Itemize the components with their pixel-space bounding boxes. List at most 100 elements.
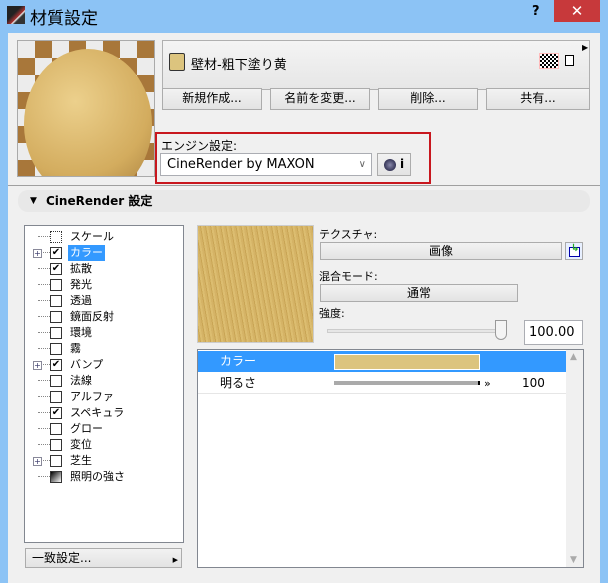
tree-connector <box>38 293 50 301</box>
tree-item[interactable]: 環境 <box>25 325 175 341</box>
color-swatch-bar[interactable] <box>334 354 480 370</box>
load-texture-icon[interactable]: ↳ <box>565 242 583 260</box>
strength-label: 強度: <box>319 307 345 320</box>
blend-mode-button[interactable]: 通常 <box>320 284 518 302</box>
tree-item[interactable]: + ✔ カラー <box>25 245 175 261</box>
tree-connector <box>38 325 50 333</box>
channel-checkbox[interactable]: ✔ <box>50 407 62 419</box>
tree-item-label: スペキュラ <box>70 406 125 419</box>
tree-item[interactable]: アルファ <box>25 389 175 405</box>
tree-item-label: グロー <box>70 422 103 435</box>
expand-icon[interactable]: + <box>33 361 42 370</box>
material-selector[interactable]: 壁材-粗下塗り黄 ▶ <box>162 40 590 90</box>
tree-connector <box>38 389 50 397</box>
strength-slider-thumb[interactable] <box>495 320 507 340</box>
tree-item[interactable]: + 芝生 <box>25 453 175 469</box>
tree-item[interactable]: 照明の強さ <box>25 469 175 485</box>
rename-button[interactable]: 名前を変更... <box>270 88 370 110</box>
strength-input[interactable]: 100.00 <box>524 320 583 345</box>
texture-image-button[interactable]: 画像 <box>320 242 562 260</box>
app-icon <box>7 6 25 24</box>
tree-item[interactable]: ✔ 拡散 <box>25 261 175 277</box>
new-button[interactable]: 新規作成... <box>162 88 262 110</box>
tree-item-label: 鏡面反射 <box>70 310 114 323</box>
tree-connector <box>38 229 50 237</box>
preview-sphere <box>24 49 152 176</box>
scroll-up-icon[interactable]: ▲ <box>570 352 577 362</box>
property-name: 明るさ <box>220 376 257 390</box>
menu-arrow-icon[interactable]: ▶ <box>582 43 588 52</box>
tree-connector <box>38 437 50 445</box>
tree-item-label: 法線 <box>70 374 92 387</box>
tree-item[interactable]: 変位 <box>25 437 175 453</box>
tree-item[interactable]: + ✔ バンプ <box>25 357 175 373</box>
info-icon: i <box>400 157 405 171</box>
channel-checkbox[interactable] <box>50 343 62 355</box>
lighting-gradient-icon <box>50 471 62 483</box>
tree-connector <box>38 309 50 317</box>
property-row-color[interactable]: カラー <box>198 351 566 372</box>
engine-info-button[interactable]: i <box>377 153 411 176</box>
channel-checkbox[interactable] <box>50 423 62 435</box>
channel-checkbox[interactable]: ✔ <box>50 263 62 275</box>
scroll-down-icon[interactable]: ▼ <box>570 555 577 565</box>
channel-checkbox[interactable] <box>50 439 62 451</box>
channel-checkbox[interactable] <box>50 375 62 387</box>
expand-icon[interactable]: + <box>33 249 42 258</box>
channel-checkbox[interactable] <box>50 455 62 467</box>
strength-slider-track[interactable] <box>327 329 507 333</box>
channel-tree[interactable]: スケール + ✔ カラー ✔ 拡散 発光 透過 鏡面反射 環境霧 + ✔ バンプ 法線 アルファ ✔ スペキュラ… <box>24 225 184 543</box>
expand-icon[interactable]: + <box>33 457 42 466</box>
property-list[interactable]: カラー 明るさ » 100 ▲ ▼ <box>197 349 584 568</box>
help-button[interactable]: ? <box>532 4 540 19</box>
tree-item[interactable]: 透過 <box>25 293 175 309</box>
tree-item[interactable]: 霧 <box>25 341 175 357</box>
tree-item-label: アルファ <box>70 390 114 403</box>
tree-item[interactable]: 鏡面反射 <box>25 309 175 325</box>
cinerender-section-header[interactable]: ▼ CineRender 設定 <box>18 190 590 212</box>
tree-connector <box>38 421 50 429</box>
tree-item-label: 透過 <box>70 294 92 307</box>
collapse-triangle-icon: ▼ <box>30 196 37 206</box>
tree-item-label: スケール <box>70 230 114 243</box>
share-button[interactable]: 共有... <box>486 88 590 110</box>
engine-value: CineRender by MAXON <box>167 157 315 172</box>
tree-item[interactable]: ✔ スペキュラ <box>25 405 175 421</box>
tree-item[interactable]: グロー <box>25 421 175 437</box>
material-name: 壁材-粗下塗り黄 <box>191 58 287 73</box>
scale-icon <box>50 231 62 243</box>
engine-label: エンジン設定: <box>161 139 238 153</box>
channel-checkbox[interactable] <box>50 327 62 339</box>
delete-button[interactable]: 削除... <box>378 88 478 110</box>
channel-checkbox[interactable] <box>50 311 62 323</box>
channel-checkbox[interactable] <box>50 295 62 307</box>
close-button[interactable]: ✕ <box>554 0 600 22</box>
engine-dropdown[interactable]: CineRender by MAXON ∨ <box>160 153 372 176</box>
brightness-slider[interactable] <box>334 381 480 385</box>
material-preview <box>17 40 155 177</box>
channel-checkbox[interactable]: ✔ <box>50 247 62 259</box>
property-row-brightness[interactable]: 明るさ » 100 <box>198 373 566 394</box>
property-name: カラー <box>220 354 257 368</box>
tree-connector <box>38 405 50 413</box>
window-title: 材質設定 <box>30 9 98 29</box>
tree-item-label: バンプ <box>70 358 104 371</box>
tree-item[interactable]: スケール <box>25 229 175 245</box>
tree-connector <box>38 373 50 381</box>
channel-checkbox[interactable] <box>50 279 62 291</box>
slider-handle-icon[interactable]: » <box>484 373 491 394</box>
material-swatch <box>169 53 185 71</box>
tree-item[interactable]: 法線 <box>25 373 175 389</box>
scrollbar[interactable]: ▲ ▼ <box>566 350 583 567</box>
texture-thumbnail <box>197 225 314 343</box>
texture-label: テクスチャ: <box>319 228 378 241</box>
cinema4d-icon <box>383 158 396 171</box>
tree-item-label: 発光 <box>70 278 92 291</box>
channel-checkbox[interactable] <box>50 391 62 403</box>
match-settings-button[interactable]: 一致設定... ▶ <box>25 548 182 568</box>
hatch-pattern-icon <box>539 53 559 69</box>
channel-checkbox[interactable]: ✔ <box>50 359 62 371</box>
tree-item[interactable]: 発光 <box>25 277 175 293</box>
submenu-arrow-icon: ▶ <box>172 556 178 564</box>
tree-item-label: 環境 <box>70 326 92 339</box>
